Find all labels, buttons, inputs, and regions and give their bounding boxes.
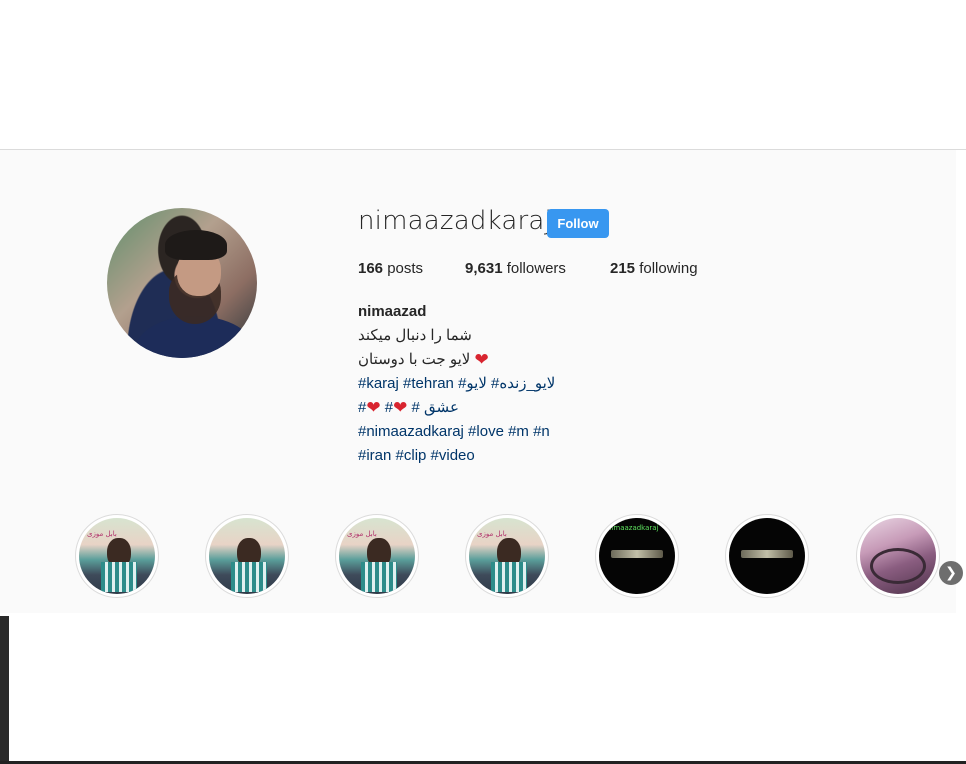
profile-avatar[interactable] — [107, 208, 257, 358]
highlight-caption: بابل موزی — [347, 530, 377, 538]
highlight-caption: بابل موزی — [477, 530, 507, 538]
highlight-thumbnail — [860, 518, 936, 594]
highlight-thumbnail: بابل موزی — [79, 518, 155, 594]
highlight-item[interactable] — [856, 514, 940, 598]
highlight-bar — [611, 550, 663, 558]
highlight-caption: nimaazadkaraj — [607, 524, 659, 532]
posts-count: 166 — [358, 260, 384, 277]
highlight-shirt — [491, 562, 527, 592]
avatar-hair — [165, 230, 227, 260]
highlight-shirt — [361, 562, 397, 592]
highlight-shirt — [101, 562, 137, 592]
following-count: 215 — [610, 260, 636, 277]
highlight-item[interactable]: بابل موزی — [335, 514, 419, 598]
profile-username: nimaazadkaraj — [358, 206, 552, 236]
highlight-thumbnail — [209, 518, 285, 594]
highlight-thumbnail: بابل موزی — [339, 518, 415, 594]
heart-icon: ❤ — [393, 398, 408, 417]
top-blank-area — [0, 0, 966, 150]
highlight-thumbnail: بابل موزی — [469, 518, 545, 594]
bottom-blank-area — [9, 614, 956, 764]
bio-line-4-hash-a: # — [358, 399, 367, 416]
profile-bio: nimaazad شما را دنبال میکند لایو جت با د… — [358, 300, 555, 468]
right-edge — [956, 150, 966, 764]
heart-icon: ❤ — [366, 398, 381, 417]
highlight-item[interactable] — [205, 514, 289, 598]
bio-line-3[interactable]: #karaj #tehran #لایو_زنده# لایو — [358, 372, 555, 396]
heart-icon: ❤ — [474, 350, 489, 369]
left-dark-strip — [0, 616, 9, 764]
bio-line-5[interactable]: #nimaazadkaraj #love #m #n — [358, 420, 555, 444]
bio-line-4-hash-b: # — [384, 399, 394, 416]
bio-line-2: لایو جت با دوستان ❤ — [358, 348, 555, 372]
bio-line-4[interactable]: #❤ #❤ # عشق — [358, 396, 555, 420]
followers-label: followers — [506, 260, 566, 277]
following-label: following — [639, 260, 698, 277]
highlight-bar — [741, 550, 793, 558]
highlight-thumbnail: nimaazadkaraj — [599, 518, 675, 594]
bio-line-2-text: لایو جت با دوستان — [358, 351, 471, 368]
highlight-steering-wheel — [870, 548, 926, 584]
follow-button[interactable]: Follow — [547, 209, 609, 238]
highlight-thumbnail — [729, 518, 805, 594]
profile-full-name: nimaazad — [358, 303, 427, 320]
chevron-right-icon[interactable]: ❯ — [939, 561, 963, 585]
following-stat[interactable]: 215 following — [610, 260, 698, 277]
posts-stat[interactable]: 166 posts — [358, 260, 423, 277]
highlight-item[interactable]: بابل موزی — [465, 514, 549, 598]
bio-line-6[interactable]: #iran #clip #video — [358, 444, 555, 468]
followers-count: 9,631 — [465, 260, 503, 277]
posts-label: posts — [387, 260, 424, 277]
followers-stat[interactable]: 9,631 followers — [465, 260, 566, 277]
bio-line-4-hash-c: # عشق — [411, 399, 459, 416]
highlight-caption: بابل موزی — [87, 530, 117, 538]
highlight-item[interactable]: بابل موزی — [75, 514, 159, 598]
highlight-item[interactable] — [725, 514, 809, 598]
bio-line-1: شما را دنبال میکند — [358, 327, 472, 344]
highlight-item[interactable]: nimaazadkaraj — [595, 514, 679, 598]
highlight-shirt — [231, 562, 267, 592]
